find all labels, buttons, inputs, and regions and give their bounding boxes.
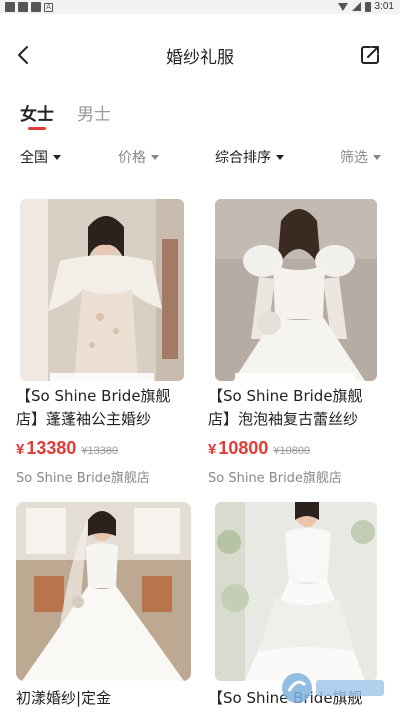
- product-price: ¥10800: [208, 438, 269, 458]
- filter-region-label: 全国: [20, 150, 48, 166]
- page-title: 婚纱礼服: [166, 48, 234, 68]
- original-price: ¥13380: [81, 445, 119, 457]
- filter-bar: 全国 价格 综合排序 筛选: [0, 140, 400, 172]
- signal-icon: [351, 2, 361, 11]
- caret-down-icon: [276, 154, 284, 160]
- product-card[interactable]: 初漾婚纱|定金: [0, 500, 200, 713]
- notification-icon: [31, 2, 41, 12]
- status-bar: A 3:01: [0, 0, 400, 14]
- filter-price[interactable]: 价格: [118, 147, 159, 167]
- caret-down-icon: [151, 154, 159, 160]
- store-name: So Shine Bride旗舰店: [16, 471, 150, 486]
- watermark-logo: [280, 671, 390, 705]
- notification-icon: A: [44, 3, 53, 12]
- tab-women[interactable]: 女士: [20, 100, 54, 125]
- product-image: [16, 502, 191, 681]
- product-title: 【So Shine Bride旗舰店】蓬蓬袖公主婚纱: [16, 387, 171, 428]
- tab-active-indicator: [28, 127, 46, 130]
- price-row: ¥13380 ¥13380: [16, 438, 118, 459]
- nav-bar: 婚纱礼服: [0, 14, 400, 96]
- product-card[interactable]: 【So Shine Bride旗舰店】蓬蓬袖公主婚纱 ¥13380 ¥13380…: [0, 196, 200, 496]
- product-title: 初漾婚纱|定金: [16, 689, 112, 707]
- tab-men[interactable]: 男士: [77, 100, 111, 125]
- product-image: [215, 199, 377, 381]
- filter-sort[interactable]: 综合排序: [215, 147, 284, 167]
- share-icon: [361, 46, 379, 64]
- filter-more[interactable]: 筛选: [340, 147, 381, 167]
- store-name: So Shine Bride旗舰店: [208, 471, 342, 486]
- wifi-icon: [337, 2, 348, 11]
- caret-down-icon: [373, 154, 381, 160]
- system-icons: 3:01: [337, 1, 394, 12]
- product-title: 【So Shine Bride旗舰店】泡泡袖复古蕾丝纱: [208, 387, 363, 428]
- filter-price-label: 价格: [118, 150, 146, 166]
- product-card[interactable]: 【So Shine Bride旗舰店】泡泡袖复古蕾丝纱 ¥10800 ¥1080…: [200, 196, 400, 496]
- filter-more-label: 筛选: [340, 150, 368, 166]
- filter-region[interactable]: 全国: [20, 147, 61, 167]
- notification-icon: [18, 2, 28, 12]
- product-image: [20, 199, 184, 381]
- price-row: ¥10800 ¥10800: [208, 438, 310, 459]
- clock: 3:01: [374, 1, 394, 12]
- filter-sort-label: 综合排序: [215, 150, 271, 166]
- product-image: [215, 502, 377, 681]
- notification-icon: [5, 2, 15, 12]
- original-price: ¥10800: [273, 445, 311, 457]
- battery-icon: [364, 1, 371, 12]
- gender-tabs: 女士 男士: [0, 96, 400, 136]
- share-button[interactable]: [359, 44, 381, 66]
- product-price: ¥13380: [16, 438, 77, 458]
- notification-icons: A: [5, 2, 53, 12]
- caret-down-icon: [53, 154, 61, 160]
